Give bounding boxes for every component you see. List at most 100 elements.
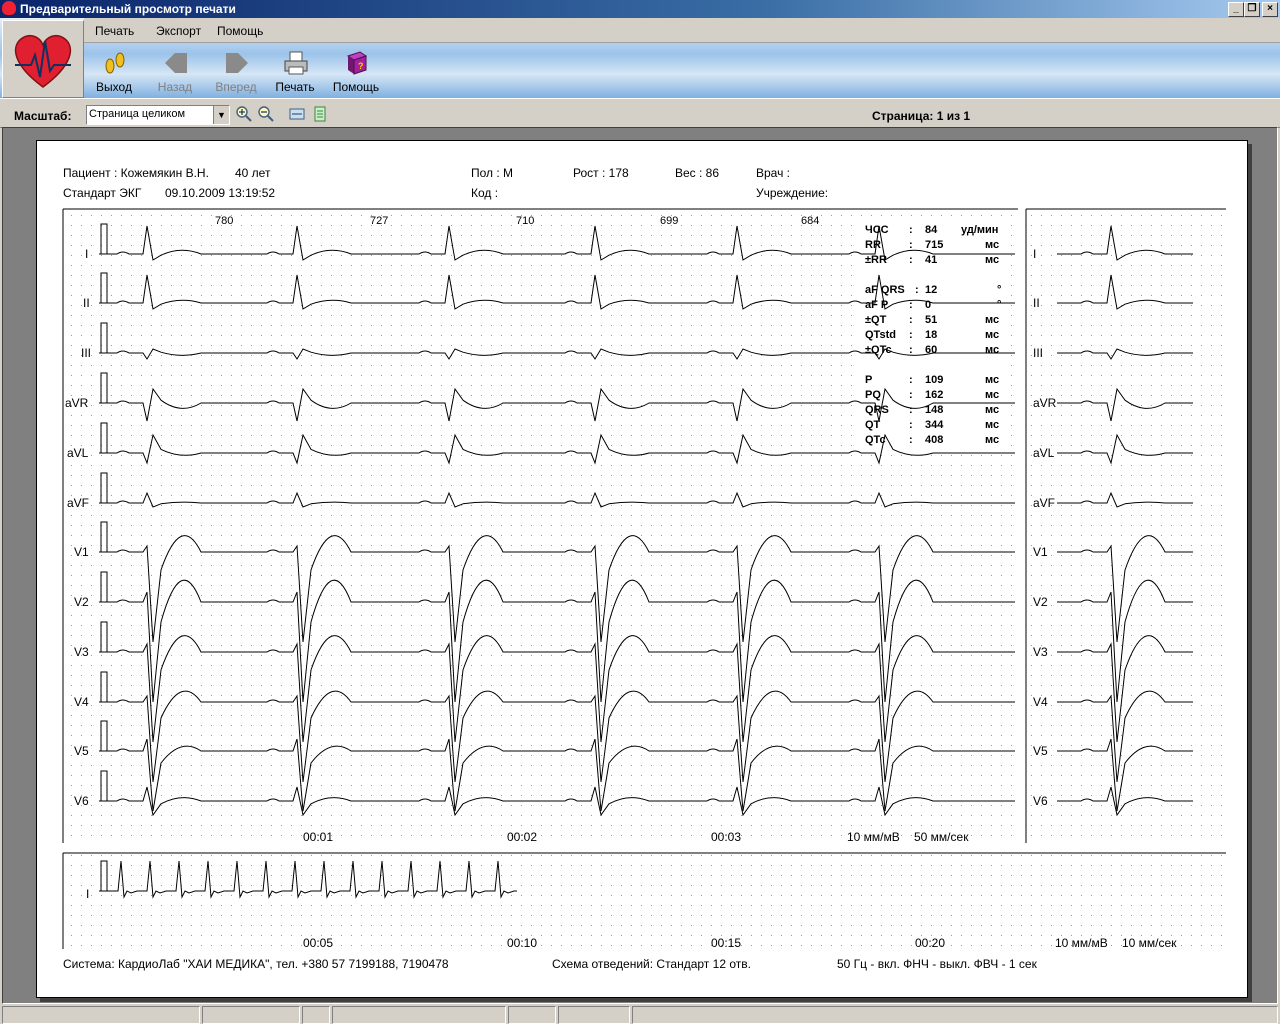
median-lead-label: II	[1033, 296, 1040, 310]
footer-scheme: Схема отведений: Стандарт 12 отв.	[552, 957, 751, 971]
toolbar: Печать Экспорт Помощь Выход Назад Вперед…	[0, 18, 1280, 98]
rr-interval: 710	[516, 215, 535, 227]
back-label: Назад	[157, 80, 193, 94]
meas-value: 18	[925, 329, 938, 341]
lead-label: aVL	[67, 446, 89, 460]
meas-name: ±RR	[865, 254, 887, 266]
median-lead-label: aVR	[1033, 396, 1057, 410]
median-lead-label: V5	[1033, 744, 1048, 758]
meas-unit: уд/мин	[961, 224, 999, 236]
time-mark: 00:01	[303, 830, 334, 844]
meas-value: 109	[925, 374, 944, 386]
menu-print[interactable]: Печать	[95, 24, 134, 38]
printer-icon	[284, 51, 308, 75]
zoom-select[interactable]: Страница целиком ▼	[86, 105, 230, 125]
median-lead-label: I	[1033, 247, 1037, 261]
close-button[interactable]: ×	[1262, 2, 1278, 17]
rhythm-time-mark: 00:05	[303, 936, 334, 950]
full-page-icon[interactable]	[312, 106, 328, 122]
back-button[interactable]: Назад	[147, 46, 203, 98]
median-lead-label: V4	[1033, 695, 1048, 709]
status-bar	[0, 1004, 1280, 1024]
meas-value: 344	[925, 419, 944, 431]
preview-area[interactable]: Пациент : Кожемякин В.Н. 40 лет Стандарт…	[2, 127, 1278, 1004]
print-button[interactable]: Печать	[267, 46, 323, 98]
meas-unit: мс	[985, 389, 1000, 401]
meas-sep: :	[909, 389, 913, 401]
meas-name: QT	[865, 419, 881, 431]
rhythm-lead-label: I	[86, 887, 90, 901]
zoom-out-icon[interactable]	[258, 106, 274, 122]
meas-value: 715	[925, 239, 944, 251]
lead-label: V1	[74, 545, 89, 559]
rhythm-amplitude: 10 мм/мВ	[1055, 936, 1108, 950]
page-indicator: Страница: 1 из 1	[872, 109, 971, 123]
median-lead-label: V3	[1033, 645, 1048, 659]
lead-label: aVF	[67, 496, 90, 510]
help-button[interactable]: ? Помощь	[328, 46, 384, 98]
meas-name: aF QRS	[865, 284, 905, 296]
meas-unit: мс	[985, 419, 1000, 431]
meas-value: 60	[925, 344, 938, 356]
heart-logo-icon	[14, 34, 72, 88]
meas-value: 162	[925, 389, 944, 401]
lead-label: V5	[74, 744, 89, 758]
lead-label: III	[81, 346, 92, 360]
maximize-button[interactable]: ❐	[1244, 2, 1260, 17]
meas-name: ±QT	[865, 314, 887, 326]
forward-button[interactable]: Вперед	[208, 46, 264, 98]
meas-name: QTstd	[865, 329, 896, 341]
meas-value: 148	[925, 404, 944, 416]
menu-bar: Печать Экспорт Помощь	[84, 18, 1280, 43]
meas-unit: мс	[985, 344, 1000, 356]
status-pane	[332, 1006, 506, 1024]
svg-text:?: ?	[358, 61, 364, 71]
meas-unit: мс	[985, 404, 1000, 416]
rhythm-speed: 10 мм/сек	[1122, 936, 1177, 950]
lead-label: II	[83, 296, 90, 310]
forward-label: Вперед	[215, 80, 257, 94]
status-pane	[202, 1006, 300, 1024]
menu-export[interactable]: Экспорт	[156, 24, 201, 38]
meas-value: 84	[925, 224, 938, 236]
lead-label: aVR	[65, 396, 89, 410]
exit-button[interactable]: Выход	[86, 46, 142, 98]
status-pane	[508, 1006, 556, 1024]
print-label: Печать	[275, 80, 315, 94]
meas-unit: мс	[985, 239, 1000, 251]
zoom-label: Масштаб:	[14, 109, 72, 123]
meas-unit: °	[997, 299, 1002, 311]
footprints-icon	[105, 52, 125, 74]
rr-interval: 684	[801, 215, 820, 227]
meas-name: QRS	[865, 404, 889, 416]
footer-system: Система: КардиоЛаб "ХАИ МЕДИКА", тел. +3…	[63, 957, 449, 971]
median-lead-label: V1	[1033, 545, 1048, 559]
median-lead-label: V2	[1033, 595, 1048, 609]
minimize-button[interactable]: _	[1228, 2, 1244, 17]
zoom-in-icon[interactable]	[236, 106, 252, 122]
amplitude-scale: 10 мм/мВ	[847, 830, 900, 844]
meas-name: PQ	[865, 389, 881, 401]
meas-name: RR	[865, 239, 881, 251]
meas-sep: :	[909, 374, 913, 386]
meas-value: 408	[925, 434, 944, 446]
status-pane	[632, 1006, 1278, 1024]
status-pane	[2, 1006, 200, 1024]
meas-unit: мс	[985, 314, 1000, 326]
chevron-down-icon[interactable]: ▼	[213, 106, 229, 124]
status-pane	[302, 1006, 330, 1024]
rr-interval: 780	[215, 215, 234, 227]
meas-value: 41	[925, 254, 938, 266]
fit-width-icon[interactable]	[289, 106, 305, 122]
meas-name: ЧСС	[865, 224, 889, 236]
rhythm-time-mark: 00:20	[915, 936, 946, 950]
meas-unit: мс	[985, 434, 1000, 446]
rr-interval: 727	[370, 215, 389, 227]
menu-help[interactable]: Помощь	[217, 24, 263, 38]
meas-name: aF P	[865, 299, 889, 311]
lead-label: V6	[74, 794, 89, 808]
meas-name: QTc	[865, 434, 886, 446]
lead-label: V2	[74, 595, 89, 609]
ecg-page: Пациент : Кожемякин В.Н. 40 лет Стандарт…	[36, 140, 1248, 998]
meas-sep: :	[915, 284, 919, 296]
